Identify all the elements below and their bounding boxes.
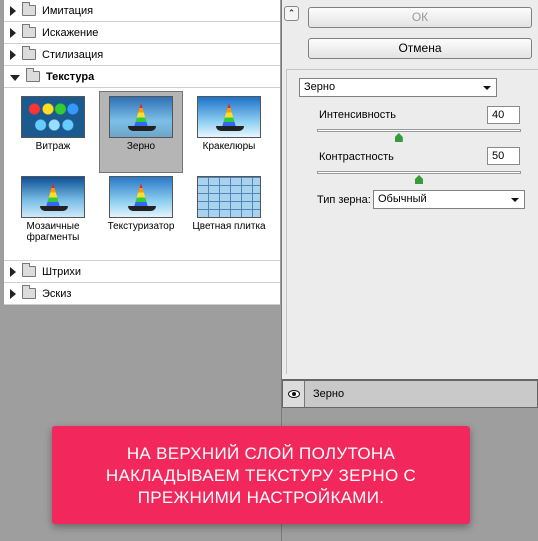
expand-triangle-icon[interactable]	[10, 288, 16, 299]
thumb-label: Цветная плитка	[192, 221, 266, 232]
category-texture[interactable]: Текстура	[4, 66, 280, 88]
intensity-label: Интенсивность	[319, 109, 397, 121]
effect-layer-name: Зерно	[313, 388, 345, 400]
category-label: Эскиз	[42, 287, 72, 300]
thumb-zerno-selected[interactable]: Зерно	[99, 91, 183, 173]
intensity-slider[interactable]	[317, 129, 521, 142]
expand-triangle-icon[interactable]	[10, 27, 16, 38]
thumb-label: Текстуризатор	[107, 221, 175, 232]
eye-icon	[287, 390, 300, 398]
folder-icon	[22, 285, 36, 299]
thumbnail-image	[109, 96, 173, 138]
ok-button[interactable]: ОК	[308, 7, 532, 28]
grain-type-value: Обычный	[378, 193, 427, 205]
contrast-slider[interactable]	[317, 171, 521, 184]
thumbnail-image	[197, 96, 261, 138]
folder-icon	[22, 263, 36, 277]
contrast-slider-knob[interactable]	[415, 175, 423, 184]
banner-line: НА ВЕРХНИЙ СЛОЙ ПОЛУТОНА	[126, 444, 396, 463]
thumb-texturizer[interactable]: Текстуризатор	[100, 172, 182, 252]
folder-open-icon	[26, 68, 40, 82]
thumb-label: Витраж	[35, 141, 71, 152]
banner-line: ПРЕЖНИМИ НАСТРОЙКАМИ.	[137, 488, 385, 507]
category-distortion[interactable]: Искажение	[4, 22, 280, 44]
grain-type-dropdown[interactable]: Обычный	[373, 190, 525, 209]
intensity-input[interactable]: 40	[487, 106, 520, 124]
grain-type-label: Тип зерна:	[317, 194, 371, 206]
filter-settings: Зерно Интенсивность 40 Контрастность 50 …	[286, 69, 538, 374]
intensity-slider-knob[interactable]	[394, 133, 403, 142]
thumbnail-image	[21, 96, 85, 138]
category-label: Искажение	[42, 26, 99, 39]
thumb-krakelyury[interactable]: Кракелюры	[188, 92, 270, 172]
thumbnail-image	[197, 176, 261, 218]
thumb-vitrazh[interactable]: Витраж	[12, 92, 94, 172]
category-sketch[interactable]: Эскиз	[4, 283, 280, 305]
chevron-down-icon	[511, 198, 519, 202]
visibility-toggle[interactable]	[283, 381, 305, 407]
expand-triangle-icon[interactable]	[10, 5, 16, 16]
category-label: Штрихи	[42, 265, 82, 278]
thumb-label: Кракелюры	[202, 141, 256, 152]
category-strokes[interactable]: Штрихи	[4, 261, 280, 283]
thumb-label: Мозаичные фрагменты	[26, 221, 80, 243]
texture-thumbnail-grid: Витраж Зерно Кракелюры Мозаичные фрагмен…	[4, 88, 280, 261]
category-label: Текстура	[46, 70, 95, 83]
collapse-triangle-icon[interactable]	[10, 74, 20, 81]
category-label: Стилизация	[42, 48, 104, 61]
category-label: Имитация	[42, 4, 94, 17]
category-imitation[interactable]: Имитация	[4, 0, 280, 22]
contrast-label: Контрастность	[319, 151, 394, 163]
folder-icon	[22, 2, 36, 16]
filter-dropdown-value: Зерно	[304, 81, 336, 93]
effect-layer-row[interactable]: Зерно	[282, 380, 538, 408]
filter-dropdown[interactable]: Зерно	[299, 78, 497, 97]
category-stylize[interactable]: Стилизация	[4, 44, 280, 66]
chevron-down-icon	[483, 86, 491, 90]
instruction-banner: НА ВЕРХНИЙ СЛОЙ ПОЛУТОНА НАКЛАДЫВАЕМ ТЕК…	[52, 426, 470, 524]
thumbnail-image	[21, 176, 85, 218]
thumbnail-image	[109, 176, 173, 218]
cancel-button[interactable]: Отмена	[308, 38, 532, 59]
expand-triangle-icon[interactable]	[10, 266, 16, 277]
thumb-color-tiles[interactable]: Цветная плитка	[188, 172, 270, 252]
expand-triangle-icon[interactable]	[10, 49, 16, 60]
folder-icon	[22, 46, 36, 60]
thumb-label: Зерно	[126, 141, 156, 152]
contrast-input[interactable]: 50	[487, 147, 520, 165]
thumb-mosaic[interactable]: Мозаичные фрагменты	[12, 172, 94, 252]
banner-line: НАКЛАДЫВАЕМ ТЕКСТУРУ ЗЕРНО С	[105, 466, 417, 485]
filter-category-list: Имитация Искажение Стилизация Текстура В…	[3, 0, 281, 306]
collapse-chevron-icon[interactable]: ⌃	[284, 6, 299, 21]
folder-icon	[22, 24, 36, 38]
